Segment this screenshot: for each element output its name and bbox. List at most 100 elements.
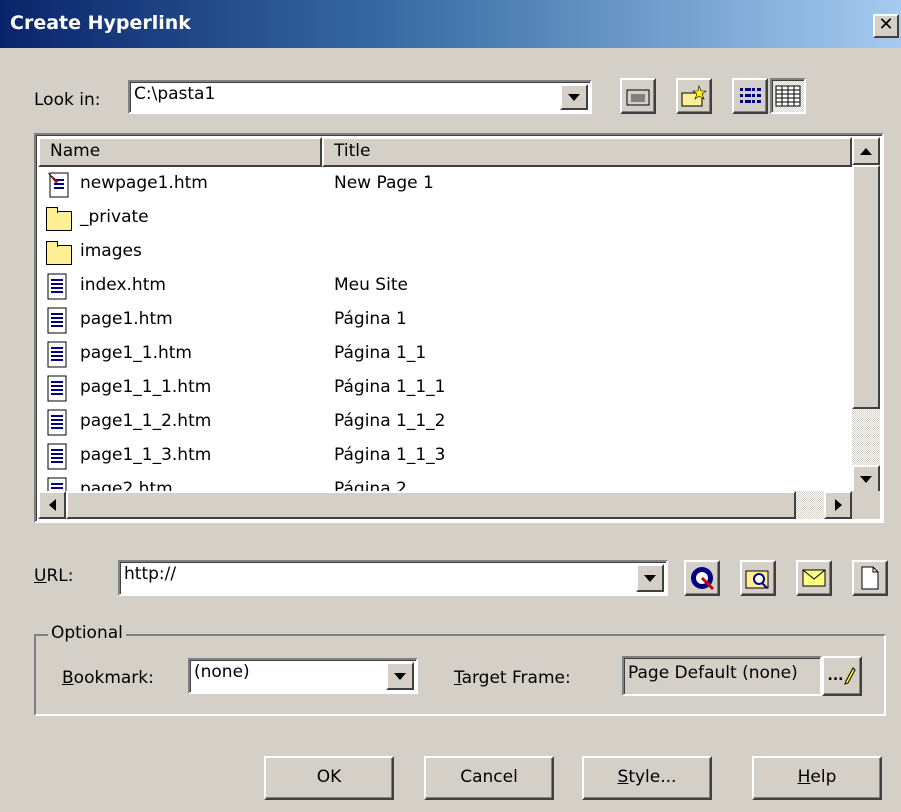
file-name: page2.htm: [80, 479, 173, 491]
list-item[interactable]: page1_1.htm Página 1_1: [46, 339, 846, 373]
document-icon: [46, 341, 70, 374]
title-bar: Create Hyperlink ✕: [0, 0, 901, 48]
target-frame-button[interactable]: ...: [822, 656, 862, 696]
bookmark-dropdown-button[interactable]: [386, 662, 414, 690]
browse-file-button[interactable]: [740, 560, 776, 596]
scroll-down-button[interactable]: [852, 465, 880, 493]
bookmark-combo[interactable]: (none): [188, 658, 418, 694]
new-folder-icon: [681, 85, 707, 107]
email-link-button[interactable]: [796, 560, 832, 596]
bookmark-value: (none): [194, 662, 250, 682]
pencil-icon: [844, 667, 857, 685]
optional-group: Optional Bookmark: (none) Target Frame: …: [34, 623, 886, 716]
up-one-level-button[interactable]: [620, 78, 656, 114]
chevron-down-icon: [394, 672, 406, 680]
file-name: images: [80, 241, 142, 261]
close-button[interactable]: ✕: [873, 14, 899, 38]
column-header-name[interactable]: Name: [38, 137, 322, 167]
ellipsis-icon: ...: [827, 668, 844, 684]
details-view-button[interactable]: [770, 78, 806, 114]
url-dropdown-button[interactable]: [636, 564, 664, 592]
file-name: page1_1_1.htm: [80, 377, 212, 397]
horizontal-scrollbar[interactable]: [38, 491, 852, 519]
web-browse-icon: [691, 567, 715, 591]
file-name: page1_1_2.htm: [80, 411, 212, 431]
new-folder-button[interactable]: [676, 78, 712, 114]
file-title: Página 1: [334, 309, 407, 329]
document-icon: [46, 443, 70, 476]
blank-page-icon: [861, 566, 879, 590]
vertical-scrollbar[interactable]: [852, 137, 880, 493]
document-icon: [46, 477, 70, 491]
create-hyperlink-dialog: Create Hyperlink ✕ Look in: C:\pasta1 Na…: [0, 0, 901, 812]
ok-button[interactable]: OK: [264, 756, 394, 800]
file-title: Página 1_1_1: [334, 377, 446, 397]
horizontal-scroll-thumb[interactable]: [66, 491, 796, 519]
file-name: page1.htm: [80, 309, 173, 329]
look-in-value: C:\pasta1: [134, 84, 216, 104]
new-page-button[interactable]: [852, 560, 888, 596]
file-title: Página 1_1_3: [334, 445, 446, 465]
details-view-icon: [775, 85, 801, 107]
document-icon: [46, 409, 70, 442]
up-folder-icon: [626, 89, 650, 106]
optional-legend: Optional: [48, 623, 126, 643]
document-icon: [46, 307, 70, 340]
list-item[interactable]: page2.htm Página 2: [46, 475, 846, 491]
cancel-button[interactable]: Cancel: [424, 756, 554, 800]
file-name: index.htm: [80, 275, 166, 295]
url-value: http://: [124, 564, 177, 584]
list-item[interactable]: _private: [46, 203, 846, 237]
column-header-title[interactable]: Title: [322, 137, 852, 167]
page-edit-icon: [46, 171, 72, 204]
file-title: Meu Site: [334, 275, 408, 295]
file-title: Página 2: [334, 479, 407, 491]
file-name: page1_1.htm: [80, 343, 192, 363]
look-in-dropdown-button[interactable]: [560, 84, 588, 110]
close-icon: ✕: [878, 14, 894, 35]
chevron-down-icon: [568, 93, 580, 101]
browse-file-icon: [745, 570, 769, 589]
list-item[interactable]: index.htm Meu Site: [46, 271, 846, 305]
arrow-left-icon: [48, 499, 56, 511]
envelope-icon: [802, 569, 826, 587]
document-icon: [46, 375, 70, 408]
list-item[interactable]: page1_1_1.htm Página 1_1_1: [46, 373, 846, 407]
chevron-down-icon: [644, 574, 656, 582]
file-name: newpage1.htm: [80, 173, 208, 193]
list-item[interactable]: page1_1_3.htm Página 1_1_3: [46, 441, 846, 475]
list-item[interactable]: newpage1.htm New Page 1: [46, 169, 846, 203]
scroll-left-button[interactable]: [38, 491, 66, 519]
file-title: New Page 1: [334, 173, 434, 193]
file-title: Página 1_1_2: [334, 411, 446, 431]
style-button[interactable]: Style...: [582, 756, 712, 800]
arrow-down-icon: [860, 475, 872, 483]
browse-web-button[interactable]: [684, 560, 720, 596]
file-name: _private: [80, 207, 149, 227]
scrollbar-corner: [852, 491, 880, 519]
bookmark-label: Bookmark:: [62, 668, 154, 688]
scroll-right-button[interactable]: [824, 491, 852, 519]
look-in-combo[interactable]: C:\pasta1: [128, 80, 592, 114]
folder-icon: [46, 207, 72, 231]
list-item[interactable]: images: [46, 237, 846, 271]
file-name: page1_1_3.htm: [80, 445, 212, 465]
list-view-button[interactable]: [732, 78, 768, 114]
file-title: Página 1_1: [334, 343, 427, 363]
look-in-label: Look in:: [34, 90, 101, 110]
vertical-scroll-thumb[interactable]: [852, 165, 880, 409]
dialog-title: Create Hyperlink: [10, 12, 191, 34]
file-list[interactable]: Name Title newpage1.htm New Page 1 _priv…: [34, 133, 884, 523]
help-button[interactable]: Help: [752, 756, 882, 800]
target-frame-field: Page Default (none): [622, 656, 822, 696]
arrow-right-icon: [834, 499, 842, 511]
list-item[interactable]: page1.htm Página 1: [46, 305, 846, 339]
list-item[interactable]: page1_1_2.htm Página 1_1_2: [46, 407, 846, 441]
document-icon: [46, 273, 70, 306]
folder-icon: [46, 241, 72, 265]
arrow-up-icon: [860, 147, 872, 155]
target-frame-value: Page Default (none): [628, 663, 798, 683]
url-label: URL:: [34, 566, 74, 586]
scroll-up-button[interactable]: [852, 137, 880, 165]
url-input[interactable]: http://: [118, 560, 668, 596]
